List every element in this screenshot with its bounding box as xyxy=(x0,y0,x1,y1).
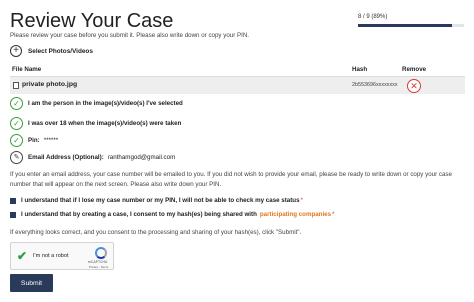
progress-indicator: 8 / 9 (89%) xyxy=(358,14,464,27)
checklist-item: ✓ I was over 18 when the image(s)/video(… xyxy=(10,117,181,130)
consent-checkbox[interactable] xyxy=(10,197,16,204)
consent-text: I understand that by creating a case, I … xyxy=(21,211,257,218)
image-file-icon xyxy=(13,82,19,89)
progress-fill xyxy=(358,24,453,27)
progress-label: 8 / 9 (89%) xyxy=(358,14,388,20)
captcha-brand: reCAPTCHA xyxy=(88,260,108,264)
final-text: If everything looks correct, and you con… xyxy=(10,229,302,236)
recaptcha-widget[interactable]: ✔ I'm not a robot reCAPTCHA Privacy - Te… xyxy=(10,242,114,270)
header-hash: Hash xyxy=(352,66,368,73)
file-name: private photo.jpg xyxy=(22,81,78,88)
check-circle-icon: ✓ xyxy=(10,97,23,110)
email-value: ranthamgod@gmail.com xyxy=(107,154,176,161)
captcha-terms[interactable]: Privacy - Terms xyxy=(89,265,108,269)
header-file-name: File Name xyxy=(12,66,42,73)
required-mark: * xyxy=(332,211,335,218)
header-remove: Remove xyxy=(402,66,427,73)
info-text: If you enter an email address, your case… xyxy=(10,171,452,188)
submit-button[interactable]: Submit xyxy=(10,274,53,292)
consent-case-number[interactable]: I understand that if I lose my case numb… xyxy=(10,197,303,204)
participating-companies-link[interactable]: participating companies xyxy=(260,211,331,218)
file-hash: 2b553696xxxxxxxx xyxy=(352,82,398,88)
email-label: Email Address (Optional): xyxy=(28,154,104,161)
plus-circle-icon: + xyxy=(10,45,22,57)
file-table-header: File Name Hash Remove xyxy=(10,66,465,76)
captcha-label: I'm not a robot xyxy=(33,253,69,259)
checklist-item: ✓ Pin: ****** xyxy=(10,134,58,147)
select-photos-button[interactable]: + Select Photos/Videos xyxy=(10,45,93,57)
pencil-icon[interactable]: ✎ xyxy=(10,151,23,164)
select-photos-label: Select Photos/Videos xyxy=(28,47,93,55)
consent-checkbox[interactable] xyxy=(10,211,16,218)
checklist-text: I was over 18 when the image(s)/video(s)… xyxy=(28,120,182,127)
remove-file-button[interactable]: ✕ xyxy=(407,79,421,93)
page-subtitle: Please review your case before you submi… xyxy=(10,32,250,39)
recaptcha-logo-icon xyxy=(95,247,107,259)
consent-text: I understand that if I lose my case numb… xyxy=(21,197,300,204)
progress-track xyxy=(358,24,464,27)
page-title: Review Your Case xyxy=(10,10,174,32)
x-circle-icon: ✕ xyxy=(410,80,418,91)
checklist-item[interactable]: ✎ Email Address (Optional): ranthamgod@g… xyxy=(10,151,175,164)
consent-sharing[interactable]: I understand that by creating a case, I … xyxy=(10,211,334,218)
check-circle-icon: ✓ xyxy=(10,117,23,130)
check-circle-icon: ✓ xyxy=(10,134,23,147)
pin-label: Pin: xyxy=(28,137,40,144)
pin-value: ****** xyxy=(43,137,59,144)
checklist-text: I am the person in the image(s)/video(s)… xyxy=(28,100,183,107)
captcha-checkmark-icon[interactable]: ✔ xyxy=(15,249,29,263)
table-row: private photo.jpg 2b553696xxxxxxxx ✕ xyxy=(10,76,465,94)
checklist-item: ✓ I am the person in the image(s)/video(… xyxy=(10,97,183,110)
required-mark: * xyxy=(300,197,303,204)
